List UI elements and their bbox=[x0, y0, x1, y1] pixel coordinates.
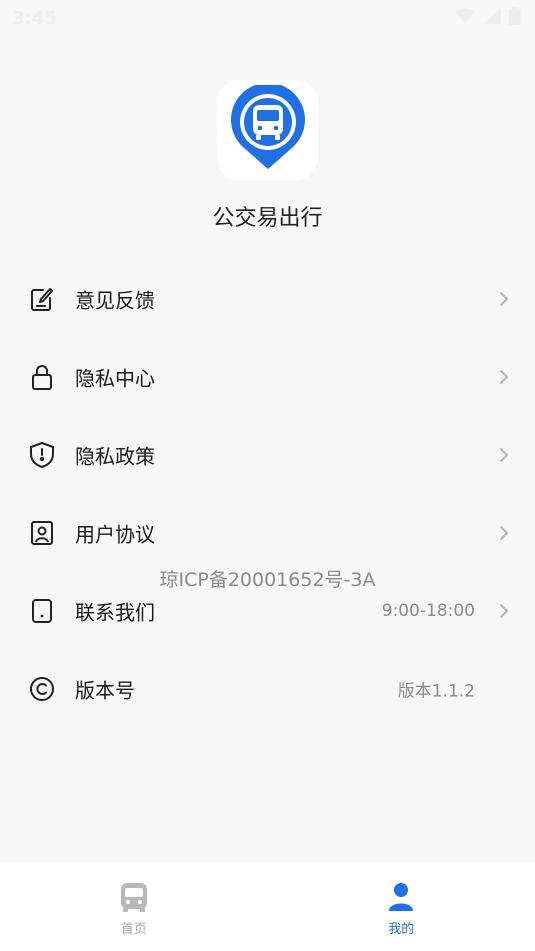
wifi-icon bbox=[455, 8, 475, 28]
shield-icon bbox=[28, 441, 56, 469]
menu-item-label: 版本号 bbox=[75, 678, 135, 703]
menu-item-privacy-policy[interactable]: 隐私政策 bbox=[0, 416, 535, 494]
phone-icon bbox=[28, 597, 56, 625]
status-time: 3:45 bbox=[12, 7, 57, 29]
app-name: 公交易出行 bbox=[212, 206, 323, 231]
version-number: 版本1.1.2 bbox=[397, 681, 475, 702]
user-card-icon bbox=[28, 519, 56, 547]
menu-item-feedback[interactable]: 意见反馈 bbox=[0, 260, 535, 338]
menu-item-label: 用户协议 bbox=[75, 522, 155, 547]
menu-item-label: 联系我们 bbox=[75, 600, 155, 625]
bottom-tab-bar: 首页 我的 bbox=[0, 862, 535, 951]
tab-label: 首页 bbox=[120, 922, 147, 937]
icp-license: 琼ICP备20001652号-3A bbox=[159, 569, 376, 591]
battery-icon bbox=[509, 7, 521, 29]
tab-label: 我的 bbox=[388, 922, 415, 937]
bus-location-pin-icon bbox=[229, 82, 307, 175]
menu-item-user-agreement[interactable]: 用户协议 bbox=[0, 494, 535, 572]
menu-item-label: 意见反馈 bbox=[75, 288, 155, 313]
service-hours: 9:00-18:00 bbox=[381, 601, 475, 621]
app-logo bbox=[217, 80, 318, 180]
cellular-signal-icon bbox=[483, 8, 501, 28]
menu-item-privacy-center[interactable]: 隐私中心 bbox=[0, 338, 535, 416]
chevron-right-icon bbox=[497, 602, 511, 620]
chevron-right-icon bbox=[497, 290, 511, 308]
chevron-right-icon bbox=[497, 368, 511, 386]
chevron-right-icon bbox=[497, 446, 511, 464]
menu-item-label: 隐私政策 bbox=[75, 444, 155, 469]
status-bar: 3:45 bbox=[0, 0, 535, 36]
copyright-icon bbox=[28, 675, 56, 703]
person-icon bbox=[384, 880, 418, 914]
tab-home[interactable]: 首页 bbox=[0, 862, 268, 951]
chevron-right-icon bbox=[497, 524, 511, 542]
lock-icon bbox=[28, 363, 56, 391]
feedback-edit-icon bbox=[28, 285, 56, 313]
tab-mine[interactable]: 我的 bbox=[268, 862, 535, 951]
bus-icon bbox=[117, 880, 151, 914]
status-icons bbox=[455, 7, 521, 29]
menu-item-version: 版本号 版本1.1.2 bbox=[0, 650, 535, 728]
menu-item-label: 隐私中心 bbox=[75, 366, 155, 391]
